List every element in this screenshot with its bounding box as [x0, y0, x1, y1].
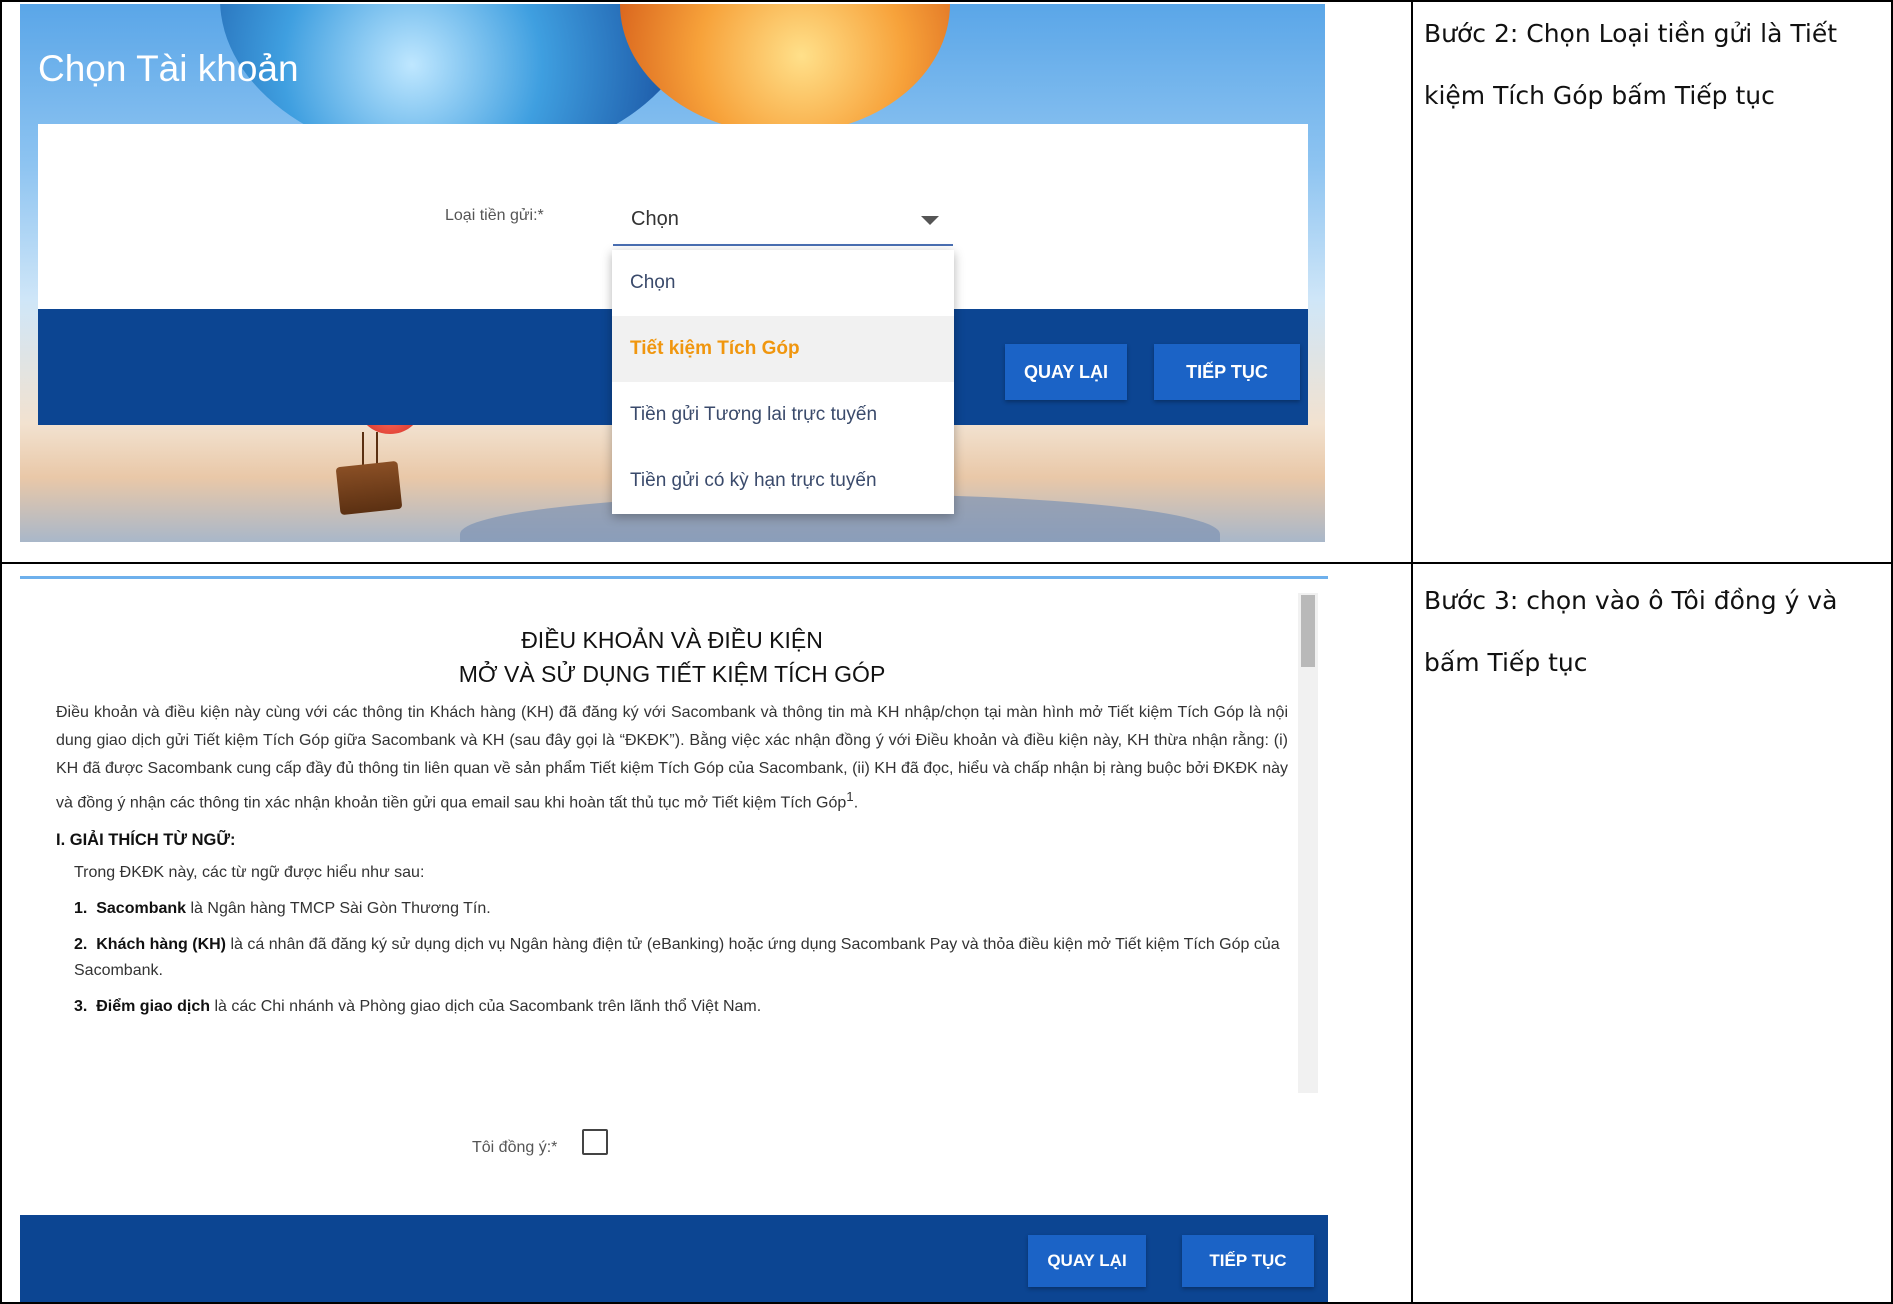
- terms-screen: ĐIỀU KHOẢN VÀ ĐIỀU KIỆN MỞ VÀ SỬ DỤNG TI…: [20, 576, 1328, 1302]
- table-border-row: [0, 562, 1893, 564]
- item-number: 3.: [74, 998, 88, 1016]
- section-intro: Trong ĐKĐK này, các từ ngữ được hiểu như…: [74, 864, 425, 882]
- dropdown-option[interactable]: Tiền gửi có kỳ hạn trực tuyến: [612, 448, 954, 514]
- list-item: 3. Điểm giao dịch là các Chi nhánh và Ph…: [56, 994, 1288, 1020]
- terms-heading-line1: ĐIỀU KHOẢN VÀ ĐIỀU KIỆN: [521, 627, 823, 653]
- deposit-type-dropdown: Chọn Tiết kiệm Tích Góp Tiền gửi Tương l…: [612, 250, 954, 514]
- step-2-caption: Bước 2: Chọn Loại tiền gửi là Tiết kiệm …: [1424, 19, 1838, 110]
- item-text: là Ngân hàng TMCP Sài Gòn Thương Tín.: [186, 900, 491, 918]
- agree-label: Tôi đồng ý:*: [472, 1139, 558, 1156]
- item-number: 1.: [74, 900, 88, 918]
- dropdown-option-highlighted[interactable]: Tiết kiệm Tích Góp: [612, 316, 954, 382]
- terms-intro-text: Điều khoản và điều kiện này cùng với các…: [56, 704, 1288, 812]
- balloon-basket-image: [335, 460, 403, 516]
- dropdown-option[interactable]: Tiền gửi Tương lai trực tuyến: [612, 382, 954, 448]
- step-3-caption: Bước 3: chọn vào ô Tôi đồng ý và bấm Tiế…: [1424, 586, 1838, 677]
- next-button[interactable]: TIẾP TỤC: [1154, 344, 1300, 400]
- terms-intro: Điều khoản và điều kiện này cùng với các…: [56, 704, 1288, 812]
- table-border-left: [0, 0, 2, 1304]
- caret-down-icon: [921, 216, 939, 225]
- deposit-type-value: Chọn: [631, 208, 679, 230]
- table-border-top: [0, 0, 1893, 2]
- section-title: I. GIẢI THÍCH TỪ NGỮ:: [56, 831, 236, 850]
- item-number: 2.: [74, 936, 88, 954]
- item-term: Điểm giao dịch: [96, 998, 211, 1016]
- instruction-table: Bước 2: Chọn Loại tiền gửi là Tiết kiệm …: [0, 0, 1893, 1304]
- deposit-type-select[interactable]: Chọn: [613, 194, 953, 246]
- back-button[interactable]: QUAY LẠI: [1028, 1235, 1146, 1287]
- agree-checkbox[interactable]: [582, 1129, 608, 1155]
- scrollbar-thumb[interactable]: [1301, 595, 1315, 667]
- select-account-screen: Chọn Tài khoản Loại tiền gửi:* Chọn Chọn…: [20, 4, 1325, 542]
- list-item: 2. Khách hàng (KH) là cá nhân đã đăng ký…: [56, 932, 1288, 984]
- back-button[interactable]: QUAY LẠI: [1005, 344, 1127, 400]
- balloon-rope: [376, 432, 378, 466]
- terms-content[interactable]: ĐIỀU KHOẢN VÀ ĐIỀU KIỆN MỞ VÀ SỬ DỤNG TI…: [56, 623, 1288, 1095]
- table-border-middle: [1411, 0, 1413, 1304]
- next-button[interactable]: TIẾP TỤC: [1182, 1235, 1314, 1287]
- terms-heading-line2: MỞ VÀ SỬ DỤNG TIẾT KIỆM TÍCH GÓP: [458, 661, 886, 687]
- page-title: Chọn Tài khoản: [38, 48, 299, 89]
- footnote-mark: 1: [846, 789, 854, 804]
- deposit-type-label: Loại tiền gửi:*: [445, 207, 544, 224]
- balloon-rope: [362, 432, 364, 466]
- item-text: là cá nhân đã đăng ký sử dụng dịch vụ Ng…: [74, 936, 1280, 980]
- scrollbar-track[interactable]: [1298, 593, 1318, 1093]
- orange-balloon-image: [620, 4, 950, 134]
- item-term: Khách hàng (KH): [96, 936, 227, 954]
- item-text: là các Chi nhánh và Phòng giao dịch của …: [210, 998, 762, 1016]
- dropdown-option[interactable]: Chọn: [612, 250, 954, 316]
- item-term: Sacombank: [96, 900, 187, 918]
- list-item: 1. Sacombank là Ngân hàng TMCP Sài Gòn T…: [56, 896, 1288, 922]
